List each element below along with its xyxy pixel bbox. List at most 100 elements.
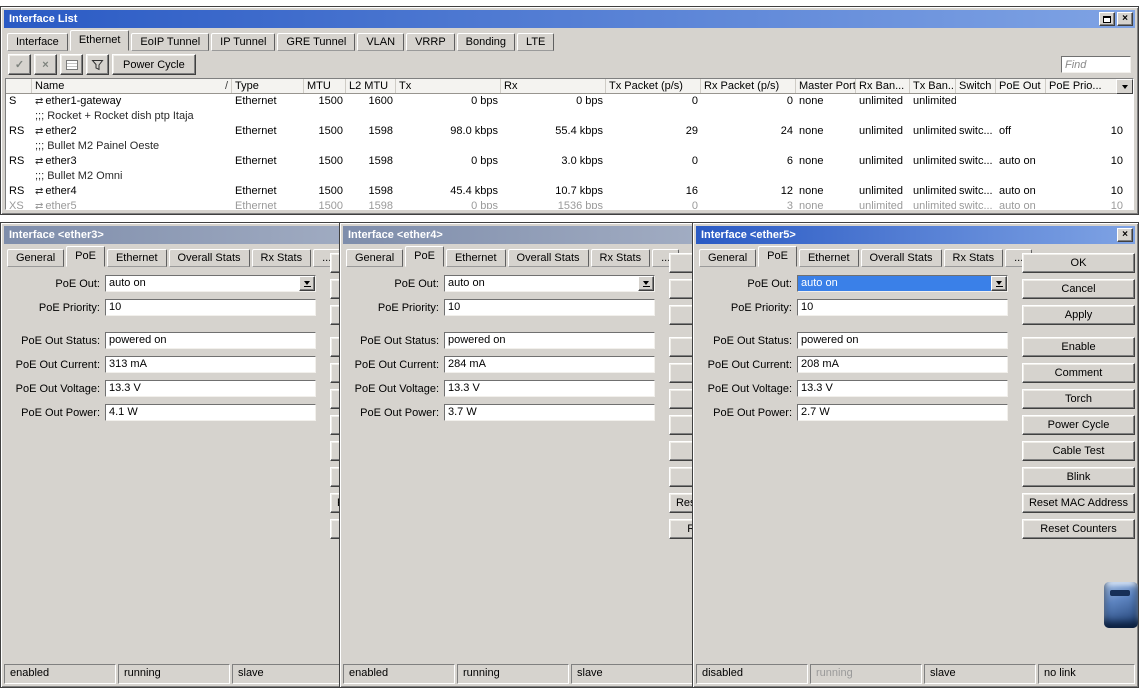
tab-ethernet[interactable]: Ethernet: [446, 249, 506, 267]
tab-rx-stats[interactable]: Rx Stats: [591, 249, 651, 267]
tab-ethernet[interactable]: Ethernet: [799, 249, 859, 267]
dropdown-button[interactable]: [991, 276, 1007, 291]
apply-button[interactable]: Apply: [1022, 305, 1135, 325]
poe-priority-field[interactable]: 10: [444, 299, 655, 316]
enable-button[interactable]: ✓: [8, 54, 31, 75]
cell-flags: [6, 169, 32, 184]
comment-button[interactable]: Comment: [1022, 363, 1135, 383]
field-value: 208 mA: [798, 357, 1007, 372]
field-value: powered on: [106, 333, 315, 348]
row-ether4[interactable]: RS⇄ether4Ethernet1500159845.4 kbps10.7 k…: [6, 184, 1133, 199]
column-filter-dropdown[interactable]: [1116, 79, 1133, 94]
cell-switch: switc...: [956, 154, 996, 169]
tab-lte[interactable]: LTE: [517, 33, 554, 51]
tab-general[interactable]: General: [7, 249, 64, 267]
column-header-tx[interactable]: Tx: [396, 79, 501, 93]
tab-vrrp[interactable]: VRRP: [406, 33, 455, 51]
torch-button[interactable]: Torch: [1022, 389, 1135, 409]
comment-row[interactable]: ;;; Bullet M2 Omni: [6, 169, 1133, 184]
dialog-titlebar[interactable]: Interface <ether5>×: [696, 226, 1135, 244]
tab-overall-stats[interactable]: Overall Stats: [861, 249, 942, 267]
cell-mtu: 1500: [304, 199, 346, 210]
cell-type: Ethernet: [232, 184, 304, 199]
dropdown-button[interactable]: [638, 276, 654, 291]
field-value: 13.3 V: [798, 381, 1007, 396]
tab-ip-tunnel[interactable]: IP Tunnel: [211, 33, 275, 51]
cancel-button[interactable]: Cancel: [1022, 279, 1135, 299]
power-cycle-button[interactable]: Power Cycle: [112, 54, 196, 75]
column-header-rxban[interactable]: Rx Ban...: [856, 79, 910, 93]
close-button[interactable]: ×: [1117, 228, 1133, 242]
column-header-master[interactable]: Master Port: [796, 79, 856, 93]
interface-list-titlebar[interactable]: Interface List ×: [4, 10, 1135, 28]
poe-priority-field[interactable]: 10: [105, 299, 316, 316]
cell-txp: 0: [606, 199, 701, 210]
comment-row[interactable]: ;;; Rocket + Rocket dish ptp Itaja: [6, 109, 1133, 124]
interface-list-window: Interface List × InterfaceEthernetEoIP T…: [0, 6, 1139, 215]
column-header-poe_out[interactable]: PoE Out: [996, 79, 1046, 93]
status-enabled: enabled: [343, 664, 455, 684]
tab-general[interactable]: General: [346, 249, 403, 267]
tab-interface[interactable]: Interface: [7, 33, 68, 51]
cable-test-button[interactable]: Cable Test: [1022, 441, 1135, 461]
comment-row[interactable]: ;;; Bullet M2 Painel Oeste: [6, 139, 1133, 154]
tab-rx-stats[interactable]: Rx Stats: [252, 249, 312, 267]
comment-button[interactable]: [60, 54, 83, 75]
cell-poe_out: auto on: [996, 184, 1046, 199]
column-header-txp[interactable]: Tx Packet (p/s): [606, 79, 701, 93]
poe-out-field[interactable]: auto on: [444, 275, 655, 292]
list-rows: S⇄ether1-gatewayEthernet150016000 bps0 b…: [6, 94, 1133, 210]
column-header-switch[interactable]: Switch: [956, 79, 996, 93]
tab-rx-stats[interactable]: Rx Stats: [944, 249, 1004, 267]
tab-poe[interactable]: PoE: [405, 246, 444, 267]
row-ether1-gateway[interactable]: S⇄ether1-gatewayEthernet150016000 bps0 b…: [6, 94, 1133, 109]
tab-ethernet[interactable]: Ethernet: [107, 249, 167, 267]
poe-out-voltage-field: 13.3 V: [444, 380, 655, 397]
column-header-type[interactable]: Type: [232, 79, 304, 93]
column-header-flags[interactable]: [6, 79, 32, 93]
tab-ethernet[interactable]: Ethernet: [70, 30, 130, 51]
field-label: PoE Out:: [349, 278, 439, 290]
poe-out-field[interactable]: auto on: [797, 275, 1008, 292]
reset-counters-button[interactable]: Reset Counters: [1022, 519, 1135, 539]
tab-bonding[interactable]: Bonding: [457, 33, 515, 51]
row-ether2[interactable]: RS⇄ether2Ethernet1500159898.0 kbps55.4 k…: [6, 124, 1133, 139]
row-ether3[interactable]: RS⇄ether3Ethernet150015980 bps3.0 kbps06…: [6, 154, 1133, 169]
close-button[interactable]: ×: [1117, 12, 1133, 26]
column-header-rx[interactable]: Rx: [501, 79, 606, 93]
column-header-rxp[interactable]: Rx Packet (p/s): [701, 79, 796, 93]
dropdown-underline: [304, 286, 311, 287]
cell-switch: [956, 94, 996, 109]
field-label: PoE Priority:: [349, 302, 439, 314]
cell-flags: RS: [6, 154, 32, 169]
blink-button[interactable]: Blink: [1022, 467, 1135, 487]
enable-button[interactable]: Enable: [1022, 337, 1135, 357]
tab-eoip-tunnel[interactable]: EoIP Tunnel: [131, 33, 209, 51]
tab-general[interactable]: General: [699, 249, 756, 267]
power-cycle-button[interactable]: Power Cycle: [1022, 415, 1135, 435]
find-input[interactable]: [1061, 56, 1131, 73]
field-value: 13.3 V: [106, 381, 315, 396]
reset-mac-address-button[interactable]: Reset MAC Address: [1022, 493, 1135, 513]
disable-button[interactable]: ×: [34, 54, 57, 75]
column-header-l2mtu[interactable]: L2 MTU: [346, 79, 396, 93]
poe-out-field[interactable]: auto on: [105, 275, 316, 292]
poe-priority-field[interactable]: 10: [797, 299, 1008, 316]
filter-button[interactable]: [86, 54, 109, 75]
tab-overall-stats[interactable]: Overall Stats: [169, 249, 250, 267]
column-header-mtu[interactable]: MTU: [304, 79, 346, 93]
column-header-name[interactable]: Name/: [32, 79, 232, 93]
status-running: running: [457, 664, 569, 684]
tab-poe[interactable]: PoE: [66, 246, 105, 267]
tab-poe[interactable]: PoE: [758, 246, 797, 267]
dropdown-button[interactable]: [299, 276, 315, 291]
field-label: PoE Out:: [10, 278, 100, 290]
tab-gre-tunnel[interactable]: GRE Tunnel: [277, 33, 355, 51]
restore-button[interactable]: [1099, 12, 1115, 26]
status-running: running: [810, 664, 922, 684]
column-header-txban[interactable]: Tx Ban...: [910, 79, 956, 93]
tab-overall-stats[interactable]: Overall Stats: [508, 249, 589, 267]
row-ether5[interactable]: XS⇄ether5Ethernet150015980 bps1536 bps03…: [6, 199, 1133, 210]
tab-vlan[interactable]: VLAN: [357, 33, 404, 51]
ok-button[interactable]: OK: [1022, 253, 1135, 273]
